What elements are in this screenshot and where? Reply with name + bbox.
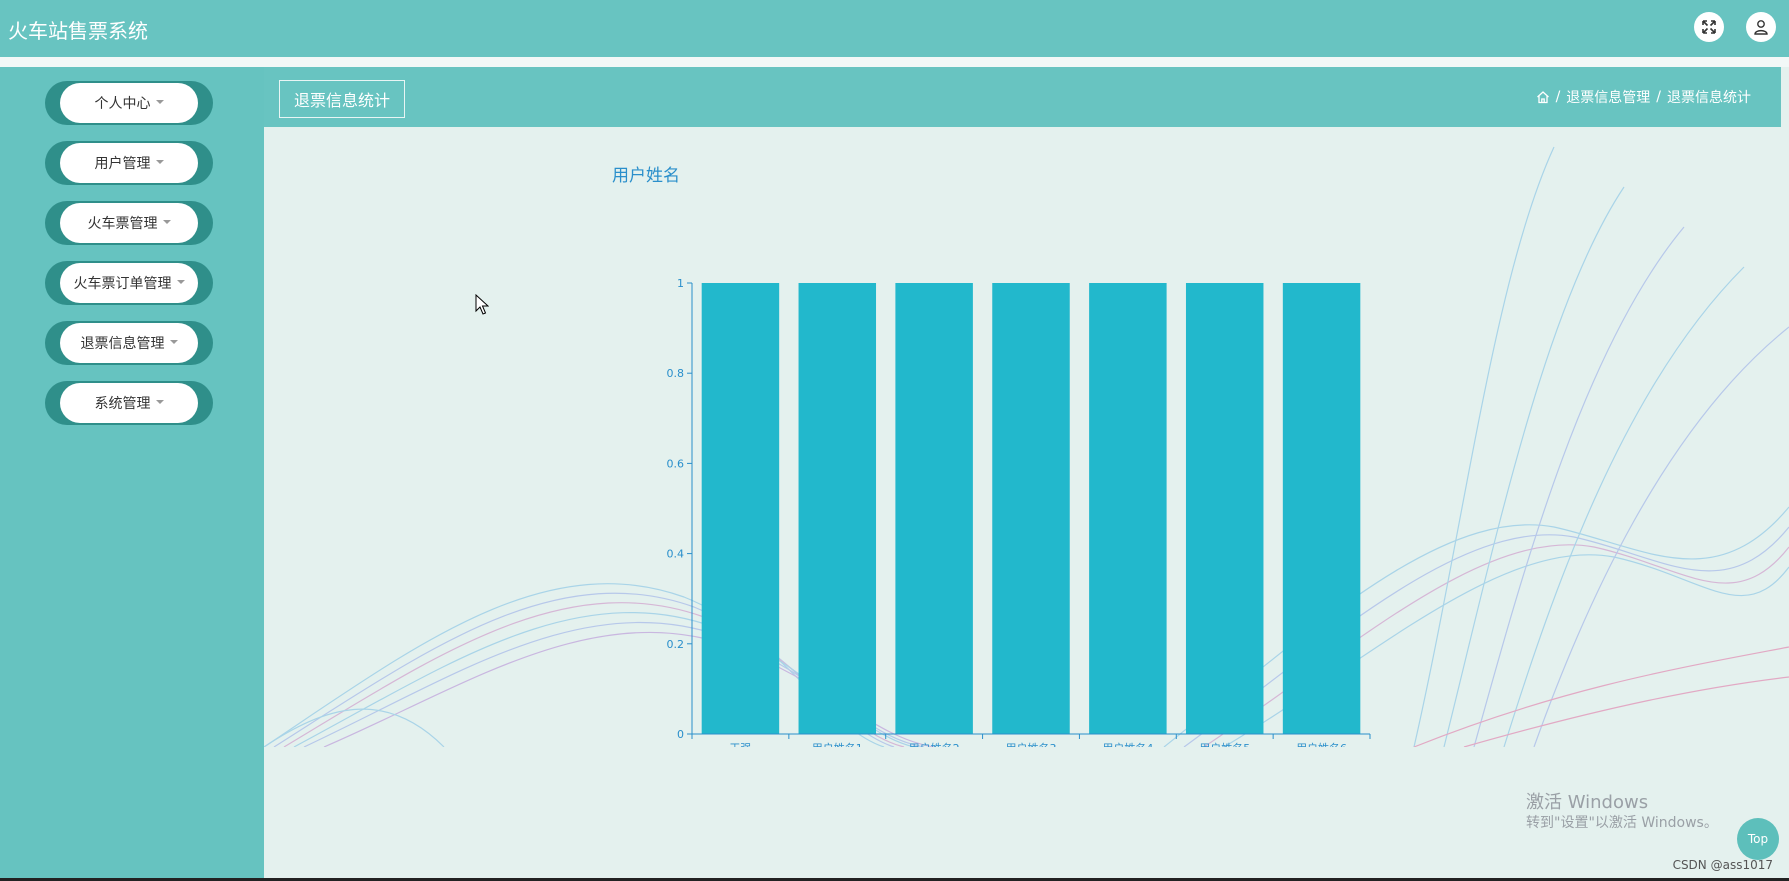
chart-bar: [1089, 283, 1167, 734]
breadcrumb-item-refund-management[interactable]: 退票信息管理: [1566, 87, 1650, 107]
x-tick-label: 用户姓名3: [1006, 741, 1057, 747]
x-tick-label: 王强: [729, 742, 751, 747]
chart-bar: [992, 283, 1070, 734]
sidebar-item-system-management-button[interactable]: 系统管理: [60, 383, 198, 423]
y-tick-label: 1: [677, 277, 684, 290]
x-tick-label: 用户姓名1: [812, 741, 863, 747]
chart-bar: [1282, 283, 1361, 734]
sidebar: 个人中心 用户管理 火车票管理 火车票订单管理 退票信息管理 系统管理: [0, 67, 264, 878]
mouse-cursor-icon: [475, 294, 489, 315]
caret-down-icon: [155, 160, 164, 164]
x-tick-label: 用户姓名4: [1102, 741, 1153, 747]
caret-down-icon: [176, 280, 185, 284]
caret-down-icon: [155, 100, 164, 104]
y-tick-label: 0.6: [667, 457, 685, 470]
y-tick-label: 0.4: [667, 548, 685, 561]
sidebar-item-label: 用户管理: [94, 156, 151, 172]
sidebar-item-ticket-management-button[interactable]: 火车票管理: [60, 203, 198, 243]
sidebar-item-label: 退票信息管理: [80, 336, 165, 352]
back-to-top-button[interactable]: Top: [1737, 818, 1779, 860]
fullscreen-button[interactable]: [1694, 12, 1724, 42]
page-tab[interactable]: 退票信息统计: [279, 80, 406, 118]
sidebar-item-user-management-button[interactable]: 用户管理: [60, 143, 198, 183]
breadcrumb-bar: 退票信息统计 / 退票信息管理 / 退票信息统计: [264, 67, 1781, 127]
x-tick-label: 用户姓名2: [909, 741, 960, 747]
y-tick-label: 0: [677, 728, 684, 741]
y-tick-label: 0.8: [667, 367, 685, 380]
caret-down-icon: [169, 340, 178, 344]
sidebar-item-personal-center-button[interactable]: 个人中心: [60, 83, 198, 123]
y-tick-label: 0.2: [667, 638, 685, 651]
x-tick-label: 用户姓名6: [1296, 741, 1347, 747]
fullscreen-icon: [1702, 20, 1716, 34]
breadcrumb-item-refund-statistics: 退票信息统计: [1667, 90, 1751, 106]
chart-bar: [1185, 283, 1264, 734]
sidebar-item-ticket-management[interactable]: 火车票管理: [45, 201, 213, 245]
caret-down-icon: [162, 220, 171, 224]
breadcrumb-separator: /: [1555, 89, 1561, 105]
home-icon[interactable]: [1536, 90, 1550, 104]
user-button[interactable]: [1746, 12, 1776, 42]
bar-chart: 0 0.2 0.4 0.6 0.8 1 王强 用户姓名1 用户姓名2 用户姓名3 用户姓名4 用户姓名…: [667, 277, 1371, 747]
header-gap: [0, 57, 1789, 67]
sidebar-item-label: 火车票订单管理: [73, 276, 172, 292]
breadcrumb-separator: /: [1656, 89, 1661, 105]
sidebar-item-user-management[interactable]: 用户管理: [45, 141, 213, 185]
user-icon: [1754, 20, 1768, 35]
csdn-watermark: CSDN @ass1017: [1672, 858, 1773, 872]
sidebar-item-label: 火车票管理: [87, 216, 158, 232]
app-title: 火车站售票系统: [8, 19, 148, 43]
sidebar-item-refund-management-button[interactable]: 退票信息管理: [60, 323, 198, 363]
breadcrumb: / 退票信息管理 / 退票信息统计: [1536, 87, 1751, 107]
windows-activation-subtitle: 转到"设置"以激活 Windows。: [1526, 815, 1718, 831]
caret-down-icon: [155, 400, 164, 404]
sidebar-item-refund-management[interactable]: 退票信息管理: [45, 321, 213, 365]
sidebar-item-personal-center[interactable]: 个人中心: [45, 81, 213, 125]
top-header: 火车站售票系统: [0, 0, 1789, 57]
sidebar-item-label: 个人中心: [94, 96, 151, 112]
main-content: 退票信息统计 / 退票信息管理 / 退票信息统计 用户姓名 0 0.2 0.4 …: [264, 67, 1789, 878]
windows-activation-title: 激活 Windows: [1526, 792, 1649, 813]
chart-bar: [798, 283, 877, 734]
sidebar-item-label: 系统管理: [94, 396, 151, 412]
x-tick-label: 用户姓名5: [1199, 741, 1250, 747]
chart-bar: [701, 283, 780, 734]
sidebar-item-system-management[interactable]: 系统管理: [45, 381, 213, 425]
chart-bar: [895, 283, 973, 734]
sidebar-item-ticket-order-management[interactable]: 火车票订单管理: [45, 261, 213, 305]
sidebar-item-ticket-order-management-button[interactable]: 火车票订单管理: [60, 263, 198, 303]
